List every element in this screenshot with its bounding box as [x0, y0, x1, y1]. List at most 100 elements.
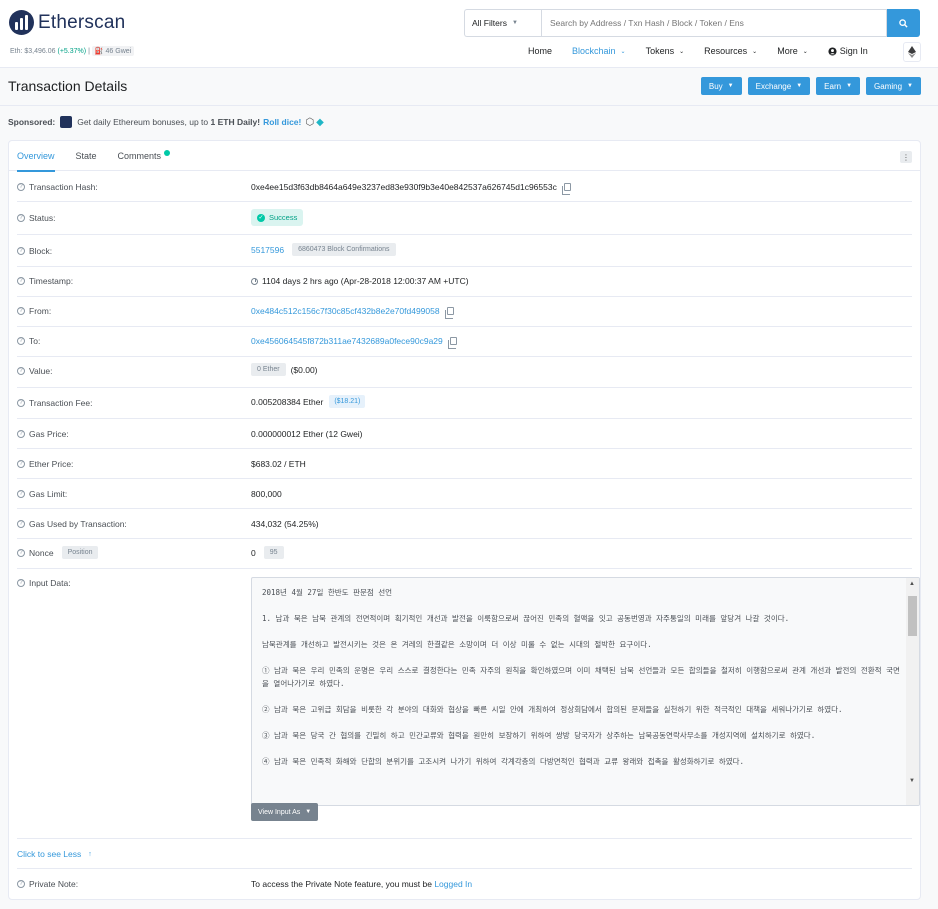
copy-icon[interactable] — [447, 337, 457, 349]
question-icon[interactable]: ? — [17, 460, 25, 468]
divider — [0, 105, 938, 106]
question-icon[interactable]: ? — [17, 579, 25, 587]
status-value: ✓ Success — [251, 209, 304, 226]
question-icon[interactable]: ? — [17, 183, 25, 191]
tab-overview[interactable]: Overview — [17, 141, 55, 172]
to-address-link[interactable]: 0xe456064545f872b311ae7432689a0fece90c9a… — [251, 336, 443, 346]
copy-icon[interactable] — [561, 183, 571, 195]
question-icon[interactable]: ? — [17, 548, 25, 557]
transaction-card: Overview State Comments ⋮ ? Transaction H… — [8, 140, 921, 900]
view-input-as-button[interactable]: View Input As ▼ — [251, 803, 319, 821]
to-value: 0xe456064545f872b311ae7432689a0fece90c9a… — [251, 336, 457, 349]
question-icon[interactable]: ? — [17, 337, 25, 345]
eth-price-change: (+5.37%) — [57, 48, 87, 55]
etherscan-logo-icon — [9, 10, 34, 35]
question-icon[interactable]: ? — [17, 247, 25, 255]
label-text: Input Data: — [29, 578, 71, 588]
label-text: Value: — [29, 366, 53, 376]
copy-icon[interactable] — [444, 307, 454, 319]
nav-blockchain[interactable]: Blockchain ⌄ — [572, 46, 626, 56]
input-data-textarea[interactable]: 2018년 4월 27일 한반도 판문점 선언 1. 남과 북은 남북 관계의 … — [251, 577, 920, 806]
caret-down-icon: ▼ — [796, 83, 803, 89]
button-label: Gaming — [874, 81, 903, 91]
question-icon[interactable]: ? — [17, 430, 25, 438]
sponsored-label: Sponsored: — [8, 117, 56, 127]
row-gas-used: ? Gas Used by Transaction: 434,032 (54.25… — [17, 509, 912, 539]
nav-label: Blockchain — [572, 46, 616, 56]
question-icon[interactable]: ? — [17, 880, 25, 888]
eth-price-info: Eth: $3,496.06 (+5.37%) | ⛽ 46 Gwei — [10, 46, 135, 56]
button-label: Exchange — [755, 81, 792, 91]
question-icon[interactable]: ? — [17, 399, 25, 407]
nonce: 0 — [251, 547, 256, 558]
question-icon[interactable]: ? — [17, 277, 25, 285]
new-dot-icon — [164, 149, 171, 156]
more-options-button[interactable]: ⋮ — [900, 151, 912, 163]
value-eth-badge: 0 Ether — [251, 363, 286, 376]
from-address-link[interactable]: 0xe484c512c156c7f30c85cf432b8e2e70fd4990… — [251, 306, 440, 316]
scroll-up-icon[interactable]: ▲ — [909, 581, 915, 587]
label-text: From: — [29, 306, 52, 316]
buy-button[interactable]: Buy ▼ — [700, 77, 742, 95]
nav-more[interactable]: More ⌄ — [777, 46, 808, 56]
input-data-label: ? Input Data: — [17, 578, 71, 588]
gas-pump-icon: ⛽ — [94, 48, 104, 55]
etherscan-logo[interactable]: Etherscan — [9, 10, 125, 35]
nav-home[interactable]: Home — [528, 46, 552, 56]
tab-bar: Overview State Comments ⋮ — [9, 141, 920, 172]
chevron-down-icon: ⌄ — [679, 48, 685, 55]
tab-comments[interactable]: Comments — [118, 141, 171, 171]
caret-down-icon: ▼ — [727, 83, 734, 89]
row-gas-price: ? Gas Price: 0.000000012 Ether (12 Gwei) — [17, 419, 912, 449]
scrollbar-thumb[interactable] — [908, 596, 917, 636]
question-icon[interactable]: ? — [17, 520, 25, 528]
gas-tracker[interactable]: ⛽ 46 Gwei — [91, 46, 135, 56]
input-data-content: 2018년 4월 27일 한반도 판문점 선언 1. 남과 북은 남북 관계의 … — [262, 586, 902, 781]
scroll-down-icon[interactable]: ▼ — [909, 778, 915, 784]
clock-icon — [251, 277, 258, 285]
block-link[interactable]: 5517596 — [251, 245, 284, 255]
gaming-button[interactable]: Gaming ▼ — [866, 77, 921, 95]
search-filter-select[interactable]: All Filters ▼ — [464, 9, 541, 37]
tab-state[interactable]: State — [76, 141, 97, 171]
label-text: Status: — [29, 213, 56, 223]
sign-in-link[interactable]: Sign In — [828, 46, 868, 56]
exchange-button[interactable]: Exchange ▼ — [747, 77, 811, 95]
logged-in-link[interactable]: Logged In — [434, 879, 472, 889]
row-gas-limit: ? Gas Limit: 800,000 — [17, 479, 912, 509]
button-label: Buy — [708, 81, 723, 91]
block-label: ? Block: — [17, 246, 52, 256]
nav-tokens[interactable]: Tokens ⌄ — [646, 46, 685, 56]
main-nav: Home Blockchain ⌄ Tokens ⌄ Resources ⌄ More… — [528, 46, 868, 56]
caret-down-icon: ▼ — [846, 83, 853, 89]
chevron-down-icon: ⌄ — [802, 48, 808, 55]
input-paragraph: 남북관계를 개선하고 발전시키는 것은 온 겨레의 한결같은 소망이며 더 이상… — [262, 640, 652, 649]
private-note-value: To access the Private Note feature, you … — [251, 879, 472, 889]
question-icon[interactable]: ? — [17, 307, 25, 315]
question-icon[interactable]: ? — [17, 214, 25, 222]
dice-icon: ⬡ — [305, 116, 315, 128]
search-icon — [899, 18, 908, 28]
roll-dice-link[interactable]: Roll dice! — [263, 117, 301, 127]
search-input[interactable] — [541, 9, 887, 37]
status-label: ? Status: — [17, 213, 55, 223]
ether-price-label: ? Ether Price: — [17, 459, 73, 469]
question-icon[interactable]: ? — [17, 367, 25, 375]
label-text: Timestamp: — [29, 276, 74, 286]
question-icon[interactable]: ? — [17, 490, 25, 498]
private-note-text: To access the Private Note feature, you … — [251, 879, 432, 889]
eth-price[interactable]: Eth: $3,496.06 — [10, 48, 56, 55]
gas-limit-label: ? Gas Limit: — [17, 489, 67, 499]
search-button[interactable] — [887, 9, 920, 37]
network-switch-button[interactable] — [903, 42, 921, 62]
input-paragraph: ③ 남과 북은 당국 간 협의를 긴밀히 하고 민간교류와 협력을 원만히 보장… — [262, 731, 816, 740]
nav-label: Resources — [704, 46, 748, 56]
row-private-note: ? Private Note: To access the Private Not… — [17, 869, 912, 899]
nonce-label: ? Nonce Position — [17, 546, 99, 559]
scrollbar[interactable]: ▲ ▼ — [906, 578, 919, 805]
row-timestamp: ? Timestamp: 1104 days 2 hrs ago (Apr-28-… — [17, 267, 912, 297]
nav-resources[interactable]: Resources ⌄ — [704, 46, 757, 56]
label-text: Gas Limit: — [29, 489, 68, 499]
nav-label: More — [777, 46, 798, 56]
earn-button[interactable]: Earn ▼ — [816, 77, 861, 95]
